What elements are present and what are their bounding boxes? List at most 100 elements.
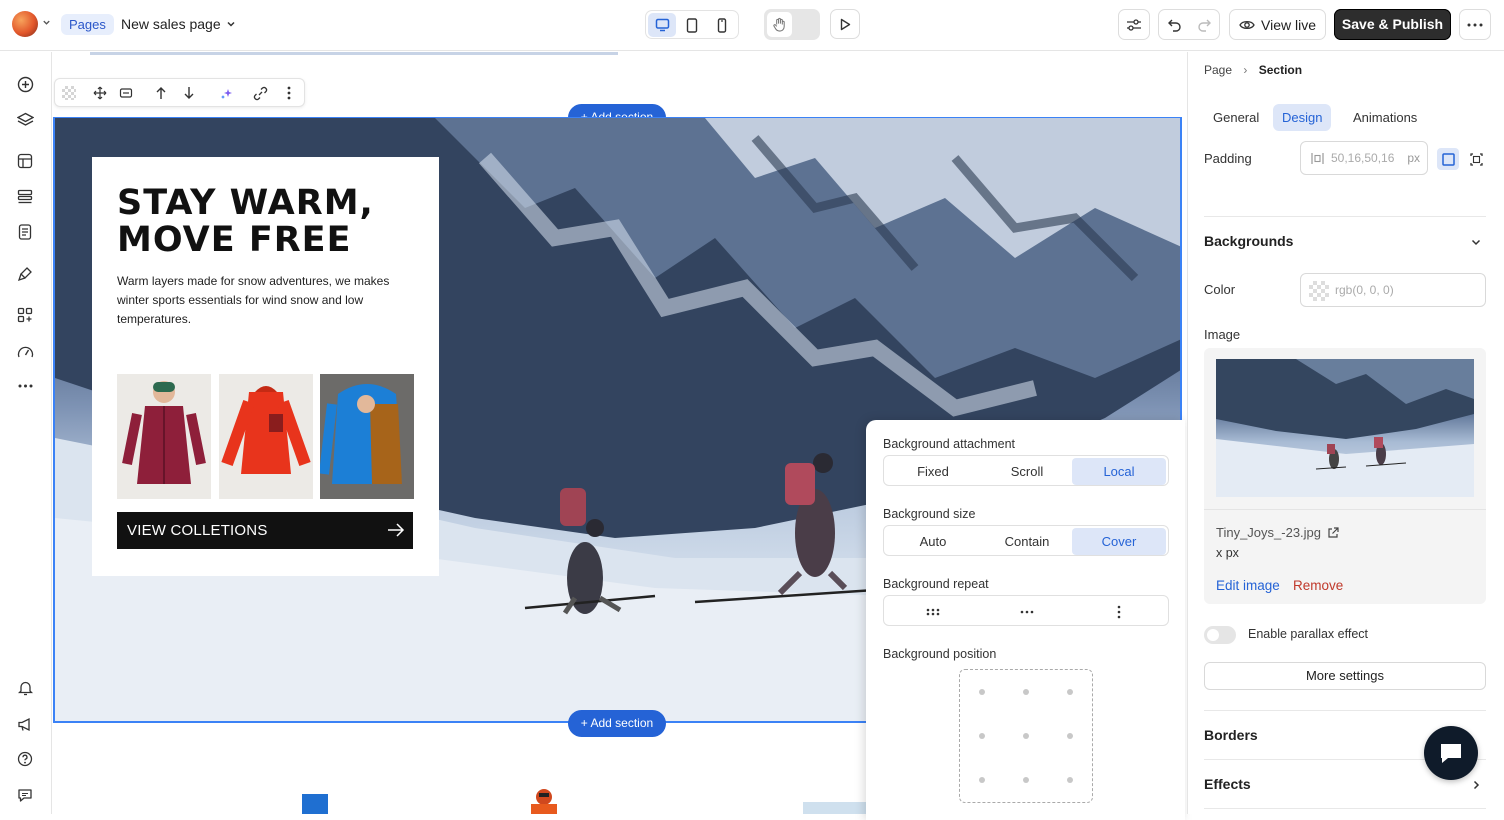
color-swatch[interactable]	[1309, 281, 1329, 301]
padding-linked-toggle[interactable]	[1437, 148, 1459, 170]
link-icon[interactable]	[251, 84, 269, 102]
attachment-fixed[interactable]: Fixed	[886, 458, 980, 485]
chevron-down-icon[interactable]	[42, 18, 51, 27]
image-file-name[interactable]: Tiny_Joys_-23.jpg	[1216, 525, 1339, 540]
save-publish-button[interactable]: Save & Publish	[1334, 9, 1451, 40]
ai-sparkle-icon[interactable]	[217, 84, 235, 102]
repeat-both-icon[interactable]	[886, 598, 980, 625]
background-color-input[interactable]: rgb(0, 0, 0)	[1300, 273, 1486, 307]
next-section-product-2[interactable]	[527, 788, 561, 814]
hero-description[interactable]: Warm layers made for snow adventures, we…	[117, 272, 407, 329]
tab-general[interactable]: General	[1204, 104, 1268, 131]
position-top-left[interactable]	[979, 689, 985, 695]
more-settings-button[interactable]: More settings	[1204, 662, 1486, 690]
attachment-scroll[interactable]: Scroll	[980, 458, 1074, 485]
pan-toggle[interactable]	[764, 9, 820, 40]
position-top-center[interactable]	[1023, 689, 1029, 695]
section-toolbar	[54, 78, 305, 107]
speed-icon[interactable]	[15, 342, 35, 362]
padding-input[interactable]: 50,16,50,16 px	[1300, 141, 1428, 175]
product-image-jacket-red[interactable]	[219, 374, 313, 499]
chat-bubble-icon	[1441, 744, 1461, 763]
padding-unit: px	[1407, 151, 1420, 165]
hero-card[interactable]: STAY WARM, MOVE FREE Warm layers made fo…	[92, 157, 439, 576]
transparent-swatch-icon[interactable]	[60, 84, 78, 102]
help-icon[interactable]	[15, 749, 35, 769]
cta-label: VIEW COLLETIONS	[127, 522, 268, 539]
more-menu-button[interactable]	[1459, 9, 1491, 40]
backgrounds-heading[interactable]: Backgrounds	[1204, 233, 1293, 249]
position-bottom-center[interactable]	[1023, 777, 1029, 783]
add-icon[interactable]	[15, 74, 35, 94]
box-icon[interactable]	[15, 151, 35, 171]
chat-icon[interactable]	[15, 785, 35, 805]
add-section-button-bottom[interactable]: + Add section	[568, 710, 666, 737]
support-chat-button[interactable]	[1424, 726, 1478, 780]
arrow-down-icon[interactable]	[180, 84, 198, 102]
background-image-thumbnail[interactable]	[1216, 359, 1474, 497]
bell-icon[interactable]	[15, 678, 35, 698]
layers-icon[interactable]	[15, 109, 35, 129]
left-rail	[0, 52, 52, 814]
brush-icon[interactable]	[15, 264, 35, 284]
move-icon[interactable]	[91, 84, 109, 102]
pages-button[interactable]: Pages	[61, 14, 114, 35]
chevron-right-icon[interactable]	[1470, 779, 1482, 791]
desktop-icon	[655, 18, 669, 32]
apps-icon[interactable]	[15, 305, 35, 325]
position-center-left[interactable]	[979, 733, 985, 739]
settings-button[interactable]	[1118, 9, 1150, 40]
device-switcher	[645, 10, 739, 39]
size-cover[interactable]: Cover	[1072, 528, 1166, 555]
mobile-view-button[interactable]	[708, 13, 736, 37]
page-icon[interactable]	[15, 222, 35, 242]
size-auto[interactable]: Auto	[886, 528, 980, 555]
tablet-view-button[interactable]	[678, 13, 706, 37]
position-bottom-left[interactable]	[979, 777, 985, 783]
file-name-text: Tiny_Joys_-23.jpg	[1216, 525, 1322, 540]
product-image-jacket-blue[interactable]	[320, 374, 414, 499]
parallax-toggle[interactable]	[1204, 626, 1236, 644]
next-section-product-1[interactable]	[298, 792, 332, 814]
edit-image-link[interactable]: Edit image	[1216, 578, 1280, 593]
repeat-y-icon[interactable]	[1072, 598, 1166, 625]
arrow-up-icon[interactable]	[152, 84, 170, 102]
app-logo[interactable]	[12, 11, 38, 37]
padding-icon	[1311, 153, 1324, 164]
repeat-x-icon[interactable]	[980, 598, 1074, 625]
more-horizontal-icon[interactable]	[15, 376, 35, 396]
breadcrumb-page[interactable]: Page	[1204, 63, 1232, 77]
page-name-dropdown[interactable]: New sales page	[121, 16, 221, 32]
tab-design[interactable]: Design	[1273, 104, 1332, 131]
effects-heading[interactable]: Effects	[1204, 776, 1251, 792]
attachment-local[interactable]: Local	[1072, 458, 1166, 485]
position-center-right[interactable]	[1067, 733, 1073, 739]
hero-title[interactable]: STAY WARM, MOVE FREE	[117, 185, 417, 259]
chevron-down-icon[interactable]	[226, 19, 236, 29]
view-collections-button[interactable]: VIEW COLLETIONS	[117, 512, 413, 549]
chevron-down-icon[interactable]	[1470, 236, 1482, 248]
tab-animations[interactable]: Animations	[1344, 104, 1426, 131]
sections-icon[interactable]	[15, 187, 35, 207]
remove-image-link[interactable]: Remove	[1293, 578, 1343, 593]
view-live-label: View live	[1261, 16, 1316, 33]
next-section-product-3[interactable]	[803, 802, 867, 814]
size-contain[interactable]: Contain	[980, 528, 1074, 555]
undo-icon[interactable]	[1167, 17, 1182, 32]
more-vertical-icon[interactable]	[280, 84, 298, 102]
desktop-view-button[interactable]	[648, 13, 676, 37]
position-grid	[959, 669, 1093, 803]
view-live-button[interactable]: View live	[1229, 9, 1326, 40]
resize-icon[interactable]	[117, 84, 135, 102]
padding-individual-toggle[interactable]	[1465, 148, 1487, 170]
position-top-right[interactable]	[1067, 689, 1073, 695]
position-center[interactable]	[1023, 733, 1029, 739]
borders-heading[interactable]: Borders	[1204, 727, 1258, 743]
redo-icon[interactable]	[1197, 17, 1212, 32]
sliders-icon	[1127, 18, 1141, 31]
position-bottom-right[interactable]	[1067, 777, 1073, 783]
color-placeholder: rgb(0, 0, 0)	[1335, 283, 1394, 297]
preview-button[interactable]	[830, 9, 860, 39]
product-image-jacket-burgundy[interactable]	[117, 374, 211, 499]
megaphone-icon[interactable]	[15, 714, 35, 734]
